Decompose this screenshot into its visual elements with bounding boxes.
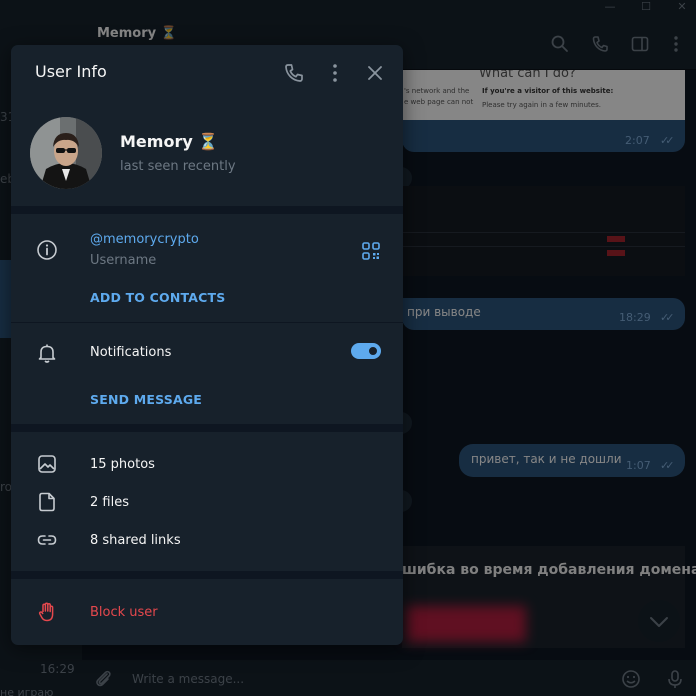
more-vertical-icon[interactable] [323, 61, 347, 85]
profile-name: Memory ⏳ [120, 132, 219, 151]
avatar-photo [30, 117, 102, 189]
dialog-title: User Info [35, 62, 107, 81]
section-divider [11, 322, 403, 323]
avatar[interactable] [30, 117, 102, 189]
bell-icon [38, 344, 56, 363]
user-info-dialog: User Info Memory ⏳ last seen recently @m… [11, 45, 403, 645]
info-icon [37, 240, 57, 260]
section-divider [11, 206, 403, 214]
link-icon [37, 535, 57, 545]
shared-photos-item[interactable]: 15 photos [90, 457, 155, 472]
notifications-toggle[interactable] [351, 343, 381, 359]
section-divider [11, 571, 403, 579]
username-label: Username [90, 253, 157, 268]
block-user-button[interactable]: Block user [90, 605, 158, 620]
send-message-button[interactable]: SEND MESSAGE [90, 392, 202, 407]
shared-files-item[interactable]: 2 files [90, 495, 129, 510]
hand-block-icon [38, 602, 54, 622]
add-to-contacts-button[interactable]: ADD TO CONTACTS [90, 290, 225, 305]
file-icon [39, 492, 55, 512]
shared-links-item[interactable]: 8 shared links [90, 533, 181, 548]
photo-icon [38, 455, 56, 473]
section-divider [11, 424, 403, 432]
profile-status: last seen recently [120, 159, 236, 174]
qr-code-icon[interactable] [359, 239, 383, 263]
phone-icon[interactable] [282, 61, 306, 85]
notifications-label: Notifications [90, 345, 172, 360]
close-icon[interactable] [363, 61, 387, 85]
toggle-knob [367, 345, 379, 357]
username-value[interactable]: @memorycrypto [90, 232, 199, 247]
